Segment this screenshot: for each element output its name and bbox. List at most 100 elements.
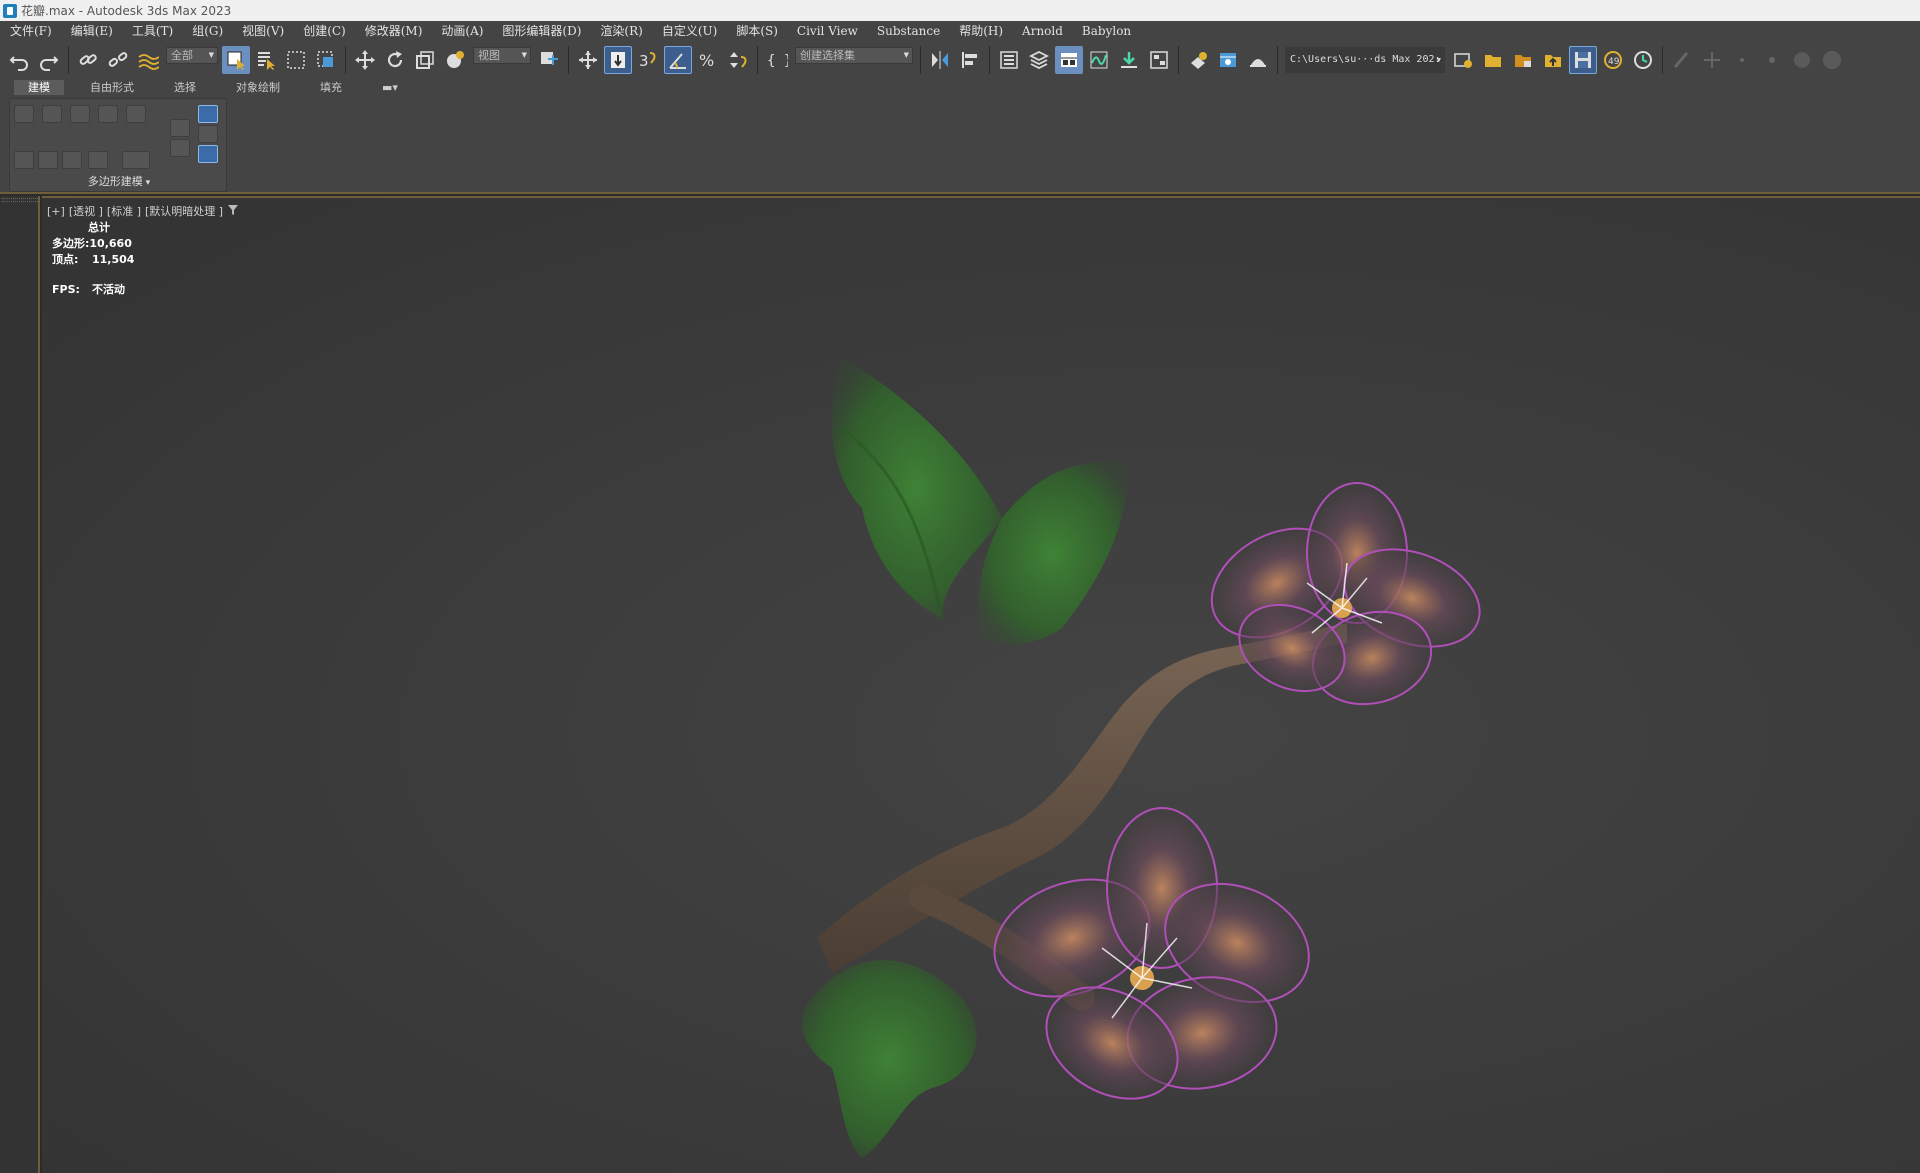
viewport-menu-plus[interactable]: [+] bbox=[47, 205, 65, 218]
edit-named-selection-icon[interactable]: { } bbox=[763, 46, 791, 74]
select-by-name-icon[interactable] bbox=[252, 46, 280, 74]
curve-editor-icon[interactable] bbox=[1085, 46, 1113, 74]
reference-coordinate-dropdown[interactable]: 视图 bbox=[473, 47, 531, 64]
menu-help[interactable]: 帮助(H) bbox=[949, 21, 1012, 41]
keyboard-shortcut-toggle-icon[interactable] bbox=[604, 45, 632, 74]
scene-explorer-icon[interactable] bbox=[995, 46, 1023, 74]
redo-icon[interactable] bbox=[35, 46, 63, 74]
upper-leaf bbox=[831, 358, 1128, 645]
project-path-dropdown[interactable]: C:\Users\su···ds Max 202: bbox=[1285, 46, 1445, 73]
folder-up-icon[interactable] bbox=[1539, 46, 1567, 74]
toolbar-separator bbox=[345, 45, 346, 74]
toolbar-separator bbox=[1277, 45, 1278, 74]
menu-scripting[interactable]: 脚本(S) bbox=[726, 21, 787, 41]
mirror-icon[interactable] bbox=[926, 46, 954, 74]
strip-grip[interactable] bbox=[2, 198, 38, 202]
pivot-icon[interactable] bbox=[535, 46, 563, 74]
render-icon[interactable] bbox=[1244, 46, 1272, 74]
save-folder-icon[interactable] bbox=[1509, 46, 1537, 74]
ribbon-tool-button[interactable] bbox=[98, 105, 118, 123]
menu-tools[interactable]: 工具(T) bbox=[122, 21, 182, 41]
tab-object-paint[interactable]: 对象绘制 bbox=[222, 80, 294, 95]
ribbon-tool-button[interactable] bbox=[170, 139, 190, 157]
viewport-shading-label[interactable]: [标准 ] bbox=[107, 203, 141, 219]
rotate-icon[interactable] bbox=[381, 46, 409, 74]
tab-modeling[interactable]: 建模 bbox=[14, 79, 64, 95]
history-icon[interactable] bbox=[1629, 46, 1657, 74]
align-icon[interactable] bbox=[956, 46, 984, 74]
ribbon-tool-button[interactable] bbox=[88, 151, 108, 169]
ribbon-tool-button[interactable] bbox=[126, 105, 146, 123]
menu-rendering[interactable]: 渲染(R) bbox=[590, 21, 651, 41]
toolbar-separator bbox=[568, 45, 569, 74]
select-object-icon[interactable] bbox=[222, 45, 250, 74]
render-setup-icon[interactable] bbox=[1214, 46, 1242, 74]
menu-animation[interactable]: 动画(A) bbox=[431, 21, 492, 41]
material-editor-icon[interactable] bbox=[1184, 46, 1212, 74]
percent-snap-icon[interactable]: % bbox=[694, 46, 722, 74]
menu-arnold[interactable]: Arnold bbox=[1012, 21, 1072, 41]
window-crossing-icon[interactable] bbox=[312, 46, 340, 74]
ribbon-options-icon[interactable]: ▬▾ bbox=[368, 80, 412, 95]
snaps-toggle-icon[interactable]: 3 bbox=[634, 46, 662, 74]
ribbon-tool-button[interactable] bbox=[198, 125, 218, 143]
menu-create[interactable]: 创建(C) bbox=[293, 21, 355, 41]
bind-spacewarp-icon[interactable] bbox=[134, 46, 162, 74]
autosave-timer-icon[interactable]: 49 bbox=[1599, 46, 1627, 74]
named-selection-set-dropdown[interactable]: 创建选择集 bbox=[795, 47, 913, 64]
menu-file[interactable]: 文件(F) bbox=[0, 21, 61, 41]
ribbon-tool-button[interactable] bbox=[70, 105, 90, 123]
save-icon[interactable] bbox=[1569, 45, 1597, 74]
menu-modifiers[interactable]: 修改器(M) bbox=[355, 21, 432, 41]
menu-civil-view[interactable]: Civil View bbox=[787, 21, 867, 41]
move-icon[interactable] bbox=[351, 46, 379, 74]
ribbon-tool-button[interactable] bbox=[122, 151, 150, 169]
menu-customize[interactable]: 自定义(U) bbox=[652, 21, 726, 41]
select-manipulate-icon[interactable] bbox=[574, 46, 602, 74]
schematic-view-icon[interactable] bbox=[1145, 46, 1173, 74]
menu-babylon[interactable]: Babylon bbox=[1072, 21, 1140, 41]
ribbon-tool-button[interactable] bbox=[62, 151, 82, 169]
filter-icon[interactable] bbox=[227, 204, 239, 219]
add-icon-disabled bbox=[1698, 46, 1726, 74]
ribbon-tool-button[interactable] bbox=[14, 151, 34, 169]
ribbon-tool-button[interactable] bbox=[14, 105, 34, 123]
rectangular-region-icon[interactable] bbox=[282, 46, 310, 74]
ribbon-tool-button[interactable] bbox=[38, 151, 58, 169]
scene-statistics: 总计 多边形:10,660 顶点: 11,504 FPS: 不活动 bbox=[52, 220, 134, 298]
verts-label: 顶点: bbox=[52, 253, 79, 266]
ribbon-tool-button-active[interactable] bbox=[198, 145, 218, 163]
menu-views[interactable]: 视图(V) bbox=[232, 21, 293, 41]
toggle-ribbon-icon[interactable] bbox=[1055, 45, 1083, 74]
menu-graph-editors[interactable]: 图形编辑器(D) bbox=[492, 21, 590, 41]
placement-icon[interactable] bbox=[441, 46, 469, 74]
angle-snap-icon[interactable] bbox=[664, 45, 692, 74]
polygon-modeling-label[interactable]: 多边形建模 bbox=[10, 173, 228, 189]
viewport-lighting-label[interactable]: [默认明暗处理 ] bbox=[145, 203, 223, 219]
menu-edit[interactable]: 编辑(E) bbox=[61, 21, 122, 41]
ribbon-tool-button[interactable] bbox=[42, 105, 62, 123]
layer-explorer-icon[interactable] bbox=[1025, 46, 1053, 74]
stats-verts-row: 顶点: 11,504 bbox=[52, 252, 134, 268]
spinner-snap-icon[interactable] bbox=[724, 46, 752, 74]
project-settings-icon[interactable] bbox=[1449, 46, 1477, 74]
tab-freeform[interactable]: 自由形式 bbox=[76, 80, 148, 95]
viewport-view-label[interactable]: [透视 ] bbox=[69, 203, 103, 219]
menu-group[interactable]: 组(G) bbox=[182, 21, 232, 41]
dope-sheet-icon[interactable] bbox=[1115, 46, 1143, 74]
unlink-icon[interactable] bbox=[104, 46, 132, 74]
svg-text:{ }: { } bbox=[767, 53, 788, 69]
paint-icon-disabled bbox=[1668, 46, 1696, 74]
scale-icon[interactable] bbox=[411, 46, 439, 74]
open-folder-icon[interactable] bbox=[1479, 46, 1507, 74]
ribbon-tool-button[interactable] bbox=[170, 119, 190, 137]
undo-icon[interactable] bbox=[5, 46, 33, 74]
tab-selection[interactable]: 选择 bbox=[160, 80, 210, 95]
tab-populate[interactable]: 填充 bbox=[306, 80, 356, 95]
link-icon[interactable] bbox=[74, 46, 102, 74]
perspective-viewport[interactable]: [+] [透视 ] [标准 ] [默认明暗处理 ] 总计 多边形:10,660 … bbox=[42, 196, 1920, 1173]
menu-substance[interactable]: Substance bbox=[867, 21, 949, 41]
selection-filter-dropdown[interactable]: 全部 bbox=[166, 47, 218, 64]
3dsmax-app-icon bbox=[3, 3, 17, 18]
ribbon-tool-button-active[interactable] bbox=[198, 105, 218, 123]
